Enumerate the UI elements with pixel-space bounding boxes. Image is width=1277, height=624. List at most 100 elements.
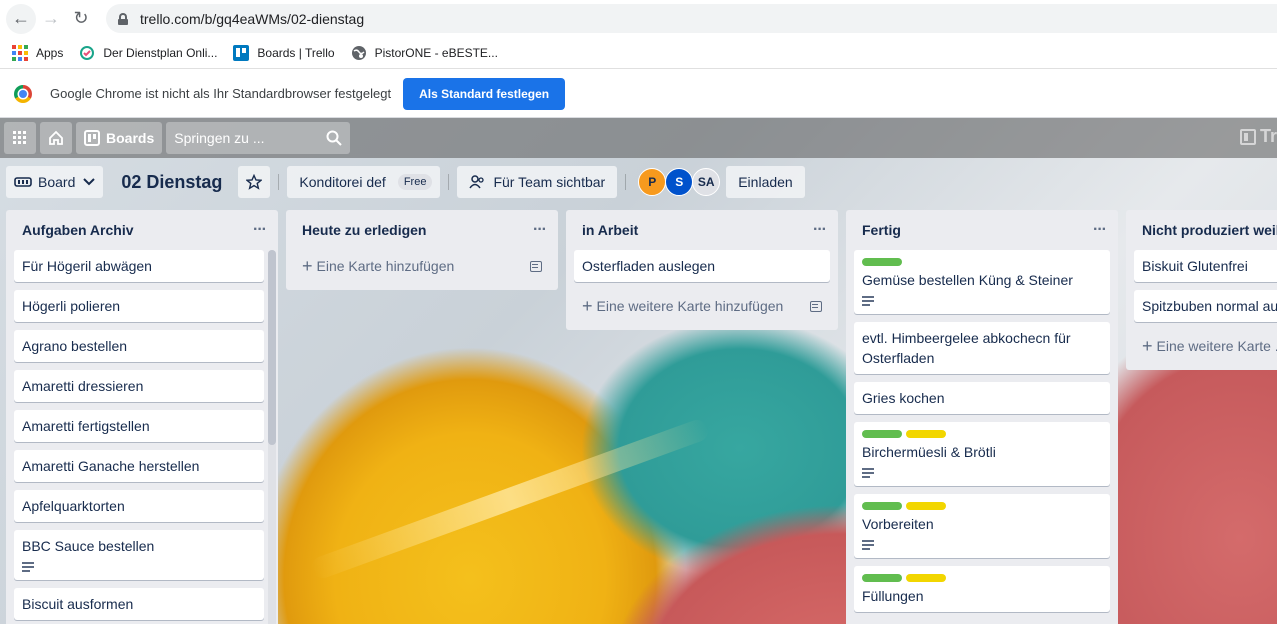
card[interactable]: Spitzbuben normal au... — [1134, 290, 1277, 322]
list-header[interactable]: in Arbeit ··· — [566, 210, 838, 250]
card[interactable]: Für Högeril abwägen — [14, 250, 264, 282]
card[interactable]: Agrano bestellen — [14, 330, 264, 362]
forward-icon[interactable]: → — [36, 4, 66, 34]
add-card-button[interactable]: + Eine Karte hinzufügen — [294, 250, 550, 282]
list-header[interactable]: Fertig ··· — [846, 210, 1118, 250]
board-view-label: Board — [38, 174, 76, 190]
add-card-button[interactable]: + Eine weitere Karte ... — [1134, 330, 1277, 362]
description-icon — [862, 468, 874, 478]
board-view-icon — [14, 177, 32, 187]
bookmark-trello[interactable]: Boards | Trello — [233, 44, 335, 61]
set-default-button[interactable]: Als Standard festlegen — [403, 77, 566, 110]
plus-icon: + — [582, 295, 593, 316]
list-menu-icon[interactable]: ··· — [813, 221, 827, 239]
avatar[interactable]: S — [665, 168, 694, 196]
card-title: Vorbereiten — [862, 516, 934, 532]
board-view-switcher[interactable]: Board — [6, 166, 104, 198]
avatar[interactable]: SA — [692, 168, 721, 196]
list-fertig: Fertig ··· Gemüse bestellen Küng & Stein… — [846, 210, 1118, 624]
jump-search-input[interactable]: Springen zu ... — [166, 122, 351, 154]
visibility-button[interactable]: Für Team sichtbar — [457, 166, 618, 198]
card[interactable]: Gries kochen — [854, 382, 1110, 414]
list-header[interactable]: Nicht produziert weil... — [1126, 210, 1277, 250]
board-header: Board 02 Dienstag Konditorei def Free Fü… — [0, 158, 1277, 206]
card[interactable]: Biscuit ausformen — [14, 588, 264, 620]
card[interactable]: evtl. Himbeergelee abkochecn für Osterfl… — [854, 322, 1110, 374]
board-title[interactable]: 02 Dienstag — [111, 172, 238, 193]
star-board-button[interactable] — [238, 166, 271, 198]
description-icon — [22, 562, 34, 572]
label-yellow[interactable] — [906, 574, 946, 582]
label-green[interactable] — [862, 574, 902, 582]
card[interactable]: Högerli polieren — [14, 290, 264, 322]
url-text: trello.com/b/gq4eaWMs/02-dienstag — [140, 10, 365, 27]
label-yellow[interactable] — [906, 430, 946, 438]
card-title: Gemüse bestellen Küng & Steiner — [862, 272, 1073, 288]
bookmark-dienstplan[interactable]: Der Dienstplan Onli... — [79, 45, 217, 61]
team-button[interactable]: Konditorei def Free — [287, 166, 441, 198]
bookmark-pistorone[interactable]: PistorONE - eBESTE... — [351, 45, 498, 61]
trello-logo-text: Tr — [1259, 126, 1277, 146]
list-menu-icon[interactable]: ··· — [533, 221, 547, 239]
list-nicht-produziert: Nicht produziert weil... Biskuit Glutenf… — [1126, 210, 1277, 370]
home-icon — [49, 130, 63, 145]
infobar-text: Google Chrome ist nicht als Ihr Standard… — [50, 86, 392, 101]
list-header[interactable]: Heute zu erledigen ··· — [286, 210, 558, 250]
card[interactable]: BBC Sauce bestellen — [14, 530, 264, 580]
card[interactable]: Osterfladen auslegen — [574, 250, 830, 282]
card[interactable]: Apfelquarktorten — [14, 490, 264, 522]
board-members: P S SA — [634, 168, 721, 196]
trello-logo[interactable]: Tr — [1239, 126, 1277, 147]
back-icon[interactable]: ← — [6, 3, 36, 34]
list-title: Aufgaben Archiv — [22, 222, 134, 238]
apps-grid-icon — [12, 44, 28, 61]
home-button[interactable] — [40, 122, 72, 154]
list-scrollbar[interactable] — [268, 250, 276, 624]
divider — [448, 174, 450, 190]
card[interactable]: Amaretti dressieren — [14, 370, 264, 402]
card-title: Birchermüesli & Brötli — [862, 444, 996, 460]
bookmark-label: PistorONE - eBESTE... — [374, 45, 498, 60]
add-card-label: Eine weitere Karte ... — [1156, 338, 1277, 354]
list-header[interactable]: Aufgaben Archiv ··· — [6, 210, 278, 250]
card-labels — [862, 258, 1102, 266]
invite-button[interactable]: Einladen — [726, 166, 805, 198]
search-placeholder: Springen zu ... — [174, 130, 265, 146]
label-green[interactable] — [862, 502, 902, 510]
team-name: Konditorei def — [299, 174, 386, 190]
label-green[interactable] — [862, 258, 902, 266]
divider — [278, 174, 280, 190]
reload-icon[interactable]: ↻ — [66, 4, 96, 34]
card-title: Füllungen — [862, 588, 924, 604]
avatar[interactable]: P — [638, 168, 667, 196]
card[interactable]: Füllungen — [854, 566, 1110, 612]
card[interactable]: Amaretti Ganache herstellen — [14, 450, 264, 482]
card[interactable]: Birchermüesli & Brötli — [854, 422, 1110, 486]
card[interactable]: Amaretti fertigstellen — [14, 410, 264, 442]
browser-toolbar: ← → ↻ trello.com/b/gq4eaWMs/02-dienstag — [0, 0, 1277, 37]
card-labels — [862, 502, 1102, 510]
card[interactable]: Biskuit Glutenfrei — [1134, 250, 1277, 282]
card[interactable]: Gemüse bestellen Küng & Steiner — [854, 250, 1110, 314]
divider — [625, 174, 627, 190]
plus-icon: + — [1142, 335, 1153, 356]
address-bar[interactable]: trello.com/b/gq4eaWMs/02-dienstag — [106, 4, 1277, 33]
list-menu-icon[interactable]: ··· — [1093, 221, 1107, 239]
bookmark-apps[interactable]: Apps — [12, 44, 63, 61]
card-template-icon[interactable] — [530, 260, 542, 272]
label-green[interactable] — [862, 430, 902, 438]
label-yellow[interactable] — [906, 502, 946, 510]
add-card-label: Eine weitere Karte hinzufügen — [596, 298, 784, 314]
boards-button[interactable]: Boards — [76, 122, 163, 154]
list-heute-zu-erledigen: Heute zu erledigen ··· + Eine Karte hinz… — [286, 210, 558, 290]
add-card-button[interactable]: + Eine weitere Karte hinzufügen — [574, 290, 830, 322]
card-template-icon[interactable] — [810, 300, 822, 312]
visibility-label: Für Team sichtbar — [493, 174, 606, 190]
card[interactable]: Vorbereiten — [854, 494, 1110, 558]
search-icon — [326, 130, 342, 146]
dienstplan-icon — [79, 45, 95, 61]
list-menu-icon[interactable]: ··· — [253, 221, 267, 239]
trello-header: Boards Springen zu ... Tr — [0, 118, 1277, 158]
app-switcher-button[interactable] — [4, 122, 36, 154]
bookmark-label: Boards | Trello — [257, 45, 335, 60]
